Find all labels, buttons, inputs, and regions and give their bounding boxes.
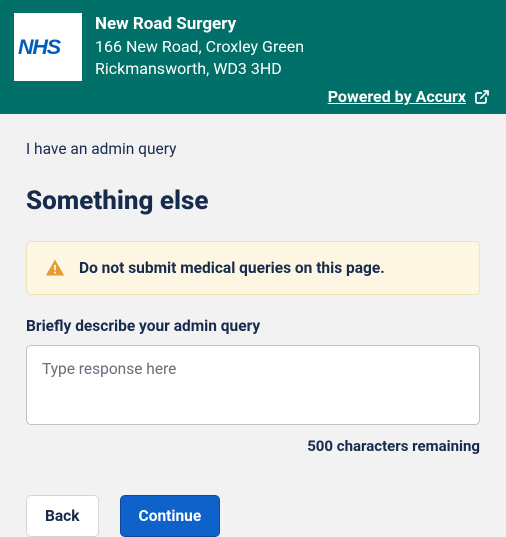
nhs-logo-svg: NHS: [18, 35, 78, 59]
button-row: Back Continue: [26, 495, 480, 537]
warning-box: Do not submit medical queries on this pa…: [26, 241, 480, 295]
description-label: Briefly describe your admin query: [26, 317, 480, 335]
header-top: NHS New Road Surgery 166 New Road, Croxl…: [14, 13, 492, 81]
external-link-icon: [474, 89, 490, 105]
svg-text:NHS: NHS: [18, 35, 62, 59]
breadcrumb: I have an admin query: [26, 140, 480, 158]
powered-by-link[interactable]: Powered by Accurx: [328, 87, 466, 106]
practice-name: New Road Surgery: [95, 13, 492, 35]
practice-address-line1: 166 New Road, Croxley Green: [95, 36, 492, 58]
main-content: I have an admin query Something else Do …: [0, 114, 506, 537]
page-title: Something else: [26, 186, 480, 216]
nhs-logo: NHS: [14, 13, 82, 81]
powered-by-row: Powered by Accurx: [14, 87, 492, 110]
continue-button[interactable]: Continue: [120, 495, 221, 537]
page-header: NHS New Road Surgery 166 New Road, Croxl…: [0, 0, 506, 114]
description-textarea[interactable]: [26, 345, 480, 425]
back-button[interactable]: Back: [26, 495, 99, 537]
warning-text: Do not submit medical queries on this pa…: [79, 259, 385, 277]
practice-address-line2: Rickmansworth, WD3 3HD: [95, 58, 492, 80]
char-count: 500 characters remaining: [26, 437, 480, 455]
warning-icon: [45, 258, 65, 278]
header-text: New Road Surgery 166 New Road, Croxley G…: [95, 13, 492, 79]
